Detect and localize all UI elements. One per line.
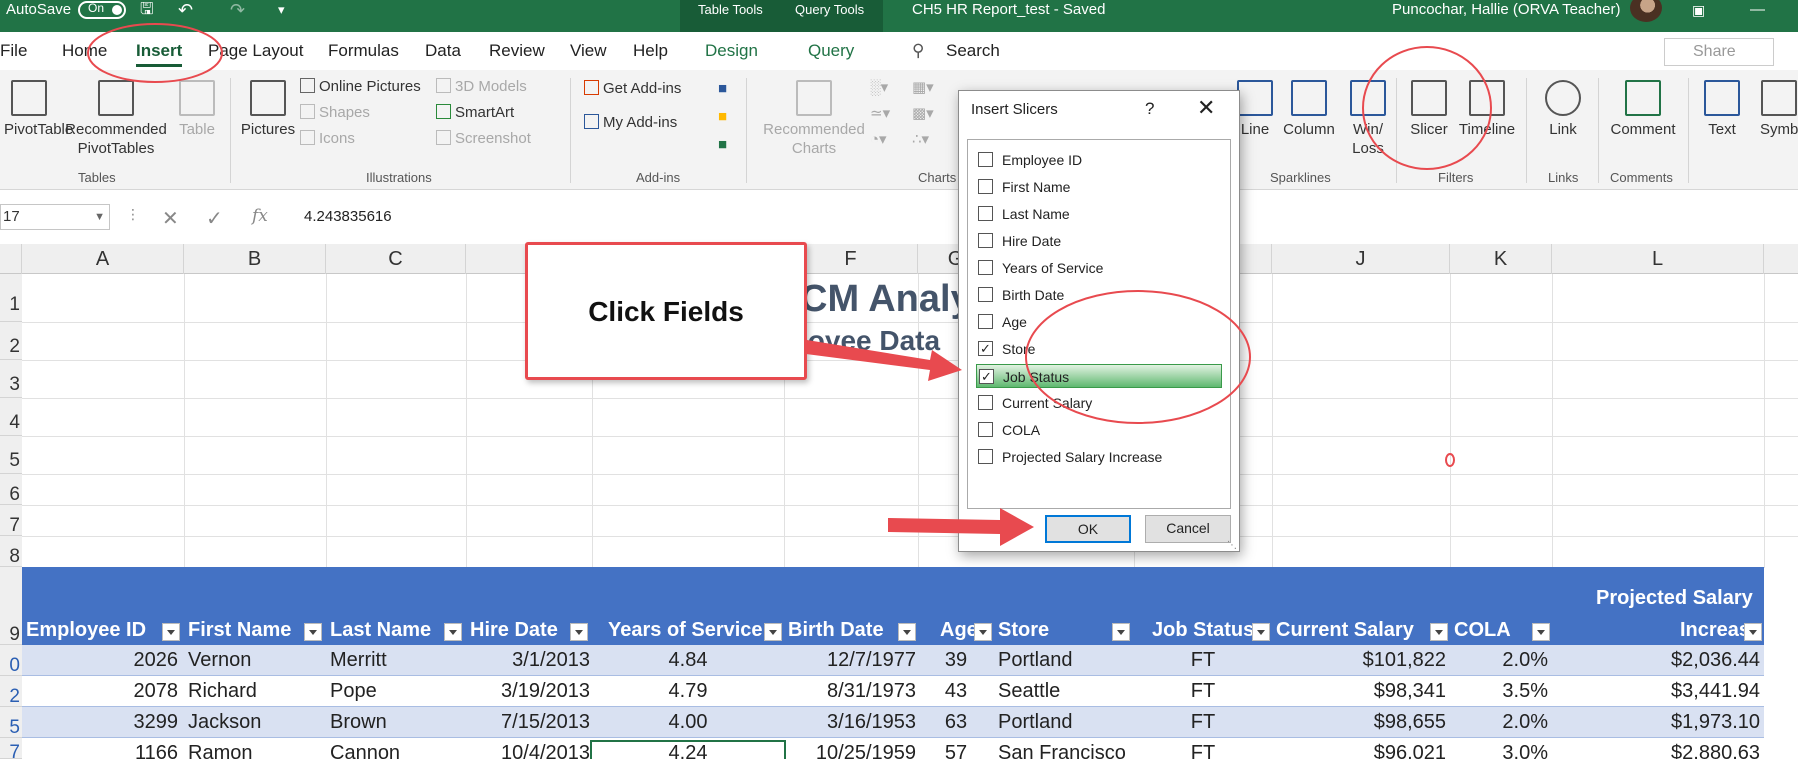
arrow-to-ok bbox=[888, 508, 1034, 546]
arrow-to-fields bbox=[806, 340, 962, 381]
annotation-dot bbox=[1445, 453, 1455, 467]
annotation-overlay bbox=[87, 23, 1492, 546]
annotation-circle-slicer bbox=[1362, 46, 1492, 170]
annotation-circle-insert bbox=[87, 23, 223, 83]
annotation-circle-fields bbox=[1025, 290, 1251, 424]
